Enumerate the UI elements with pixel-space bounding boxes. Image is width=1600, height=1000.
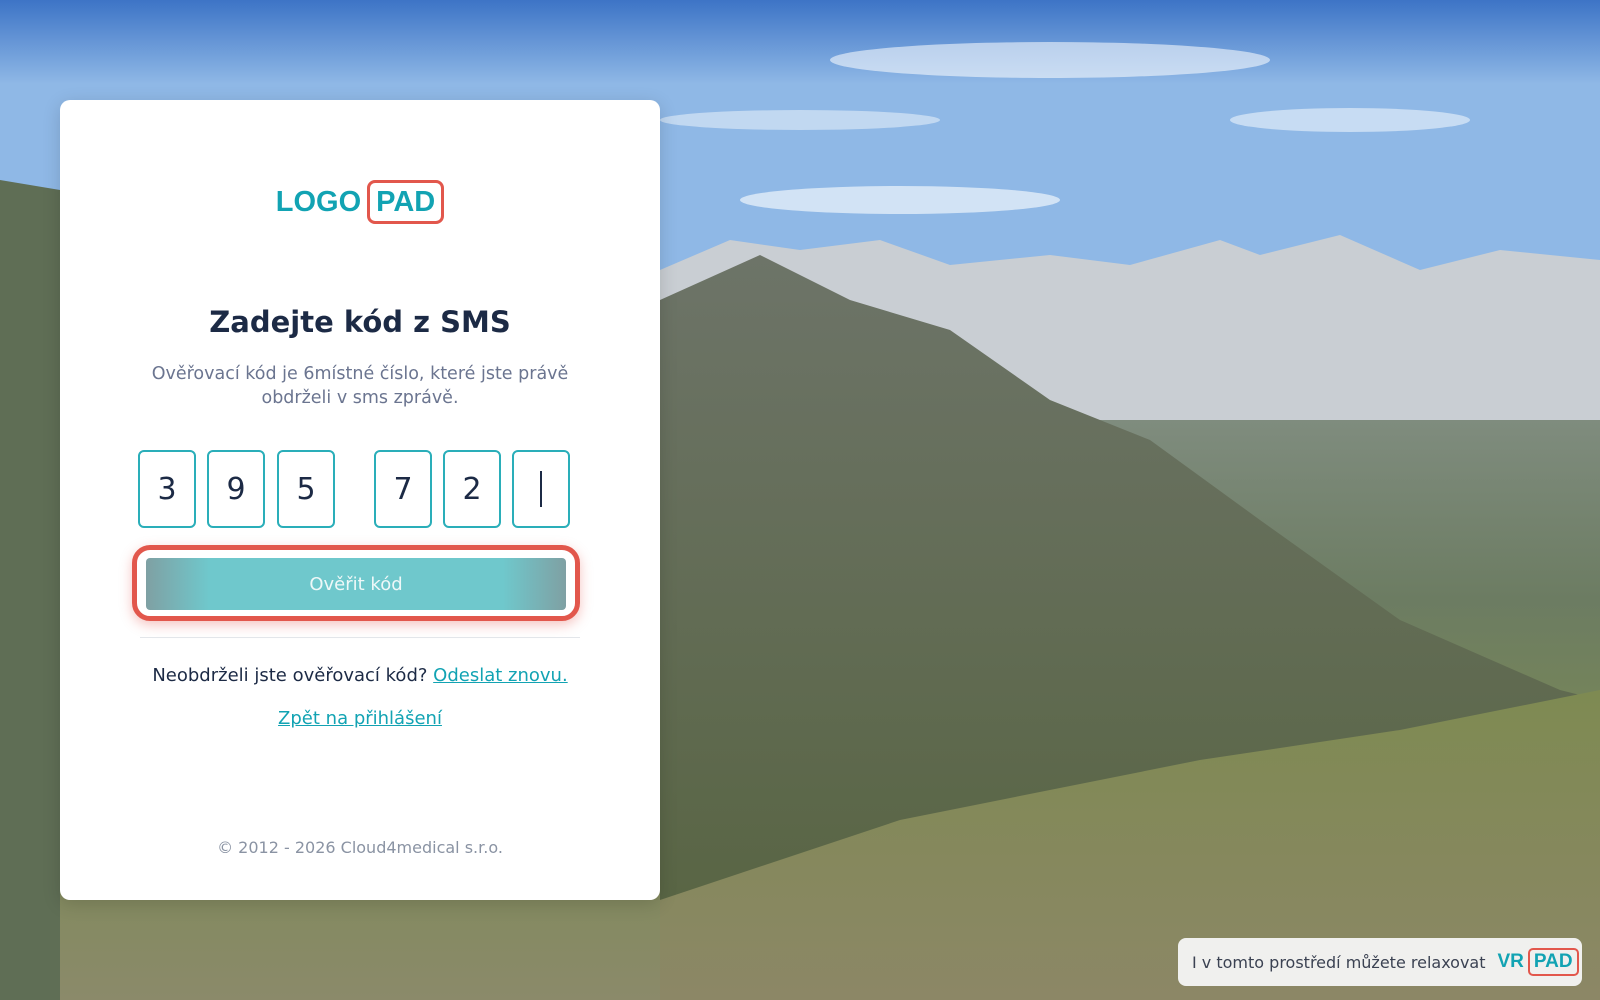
back-row: Zpět na přihlášení bbox=[60, 708, 660, 729]
vr-logo-pad: PAD bbox=[1527, 948, 1579, 976]
logo-text-pad: PAD bbox=[367, 180, 445, 224]
copyright-footer: © 2012 - 2026 Cloud4medical s.r.o. bbox=[217, 838, 503, 857]
logo-text-logo: LOGO bbox=[275, 185, 362, 218]
code-digit-4[interactable]: 7 bbox=[374, 450, 432, 528]
code-digit-5[interactable]: 2 bbox=[443, 450, 501, 528]
page-title: Zadejte kód z SMS bbox=[209, 305, 511, 339]
back-to-login-link[interactable]: Zpět na přihlášení bbox=[278, 708, 442, 729]
code-digit-1[interactable]: 3 bbox=[138, 450, 196, 528]
divider bbox=[140, 637, 580, 638]
verify-code-button[interactable]: Ověřit kód bbox=[146, 558, 566, 610]
vr-badge-text: I v tomto prostředí můžete relaxovat bbox=[1192, 952, 1486, 972]
code-digit-6[interactable] bbox=[512, 450, 570, 528]
verify-button-highlight: Ověřit kód bbox=[132, 545, 580, 621]
sms-code-input-group: 3 9 5 7 2 bbox=[60, 450, 660, 532]
logopad-logo: LOGO PAD bbox=[60, 180, 660, 224]
resend-link[interactable]: Odeslat znovu. bbox=[433, 665, 568, 686]
resend-question: Neobdrželi jste ověřovací kód? bbox=[152, 665, 428, 686]
page-subtitle: Ověřovací kód je 6místné číslo, které js… bbox=[151, 364, 569, 408]
resend-row: Neobdrželi jste ověřovací kód? Odeslat z… bbox=[60, 665, 660, 686]
code-digit-2[interactable]: 9 bbox=[207, 450, 265, 528]
vrpad-logo: VR PAD bbox=[1498, 948, 1579, 976]
vr-logo-text: VR bbox=[1497, 951, 1524, 972]
text-cursor bbox=[540, 471, 542, 507]
vr-relax-badge[interactable]: I v tomto prostředí můžete relaxovat VR … bbox=[1178, 938, 1582, 986]
login-card: LOGO PAD Zadejte kód z SMS Ověřovací kód… bbox=[60, 100, 660, 900]
code-digit-3[interactable]: 5 bbox=[277, 450, 335, 528]
